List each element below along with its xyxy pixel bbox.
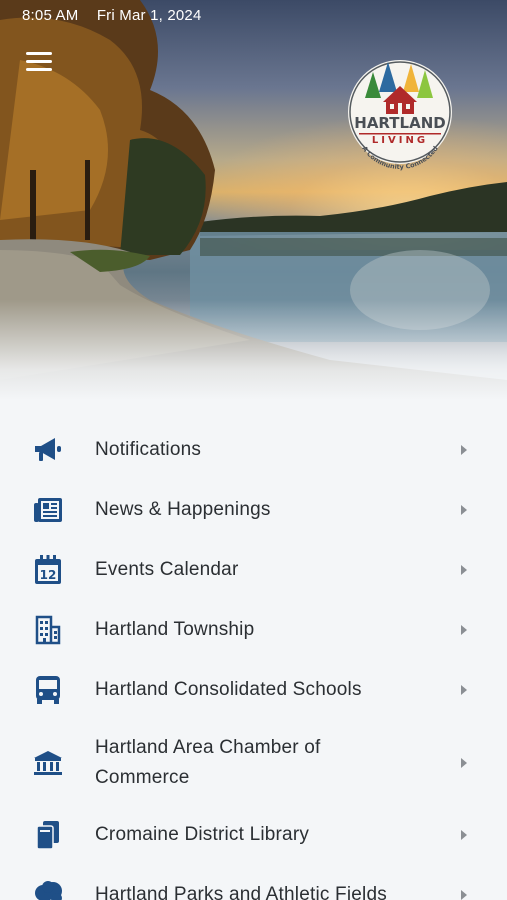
logo-sub-text: LIVING: [372, 135, 428, 146]
menu-item-label: Events Calendar: [95, 559, 239, 580]
menu-item-chamber[interactable]: Hartland Area Chamber of Commerce: [0, 720, 507, 805]
menu-item-events-calendar[interactable]: 12 Events Calendar: [0, 540, 507, 600]
menu-item-label: Cromaine District Library: [95, 824, 310, 845]
svg-text:12: 12: [40, 568, 57, 582]
menu-item-schools[interactable]: Hartland Consolidated Schools: [0, 660, 507, 720]
menu-item-parks[interactable]: Hartland Parks and Athletic Fields: [0, 865, 507, 900]
logo-brand-text: HARTLAND: [354, 114, 445, 132]
menu-item-label: Hartland Township: [95, 619, 255, 640]
chevron-right-icon: [461, 830, 467, 840]
main-menu-list: Notifications News & Happenings 12 Event…: [0, 420, 507, 900]
chevron-right-icon: [461, 890, 467, 900]
hamburger-menu-icon[interactable]: [26, 52, 54, 74]
tree-icon: [30, 879, 66, 900]
newspaper-icon: [30, 494, 66, 526]
building-icon: [30, 614, 66, 646]
menu-item-label: News & Happenings: [95, 499, 271, 520]
chevron-right-icon: [461, 445, 467, 455]
menu-item-library[interactable]: Cromaine District Library: [0, 805, 507, 865]
chevron-right-icon: [461, 565, 467, 575]
megaphone-icon: [30, 434, 66, 466]
menu-item-label: Hartland Consolidated Schools: [95, 679, 362, 700]
bank-icon: [30, 747, 66, 779]
status-date: Fri Mar 1, 2024: [96, 7, 202, 24]
chevron-right-icon: [461, 757, 467, 768]
menu-item-label: Notifications: [95, 439, 202, 460]
books-icon: [30, 819, 66, 851]
menu-item-notifications[interactable]: Notifications: [0, 420, 507, 480]
hartland-living-logo: HARTLAND LIVING A Community Connected: [348, 60, 452, 171]
menu-item-news[interactable]: News & Happenings: [0, 480, 507, 540]
menu-item-label: Hartland Area Chamber of Commerce: [95, 736, 321, 788]
chevron-right-icon: [461, 625, 467, 635]
chevron-right-icon: [461, 505, 467, 515]
menu-item-label: Hartland Parks and Athletic Fields: [95, 884, 387, 900]
status-time: 8:05 AM: [22, 7, 79, 24]
chevron-right-icon: [461, 685, 467, 695]
calendar-icon: 12: [30, 554, 66, 586]
menu-item-township[interactable]: Hartland Township: [0, 600, 507, 660]
school-bus-icon: [30, 674, 66, 706]
status-bar: 8:05 AM Fri Mar 1, 2024: [22, 7, 216, 24]
